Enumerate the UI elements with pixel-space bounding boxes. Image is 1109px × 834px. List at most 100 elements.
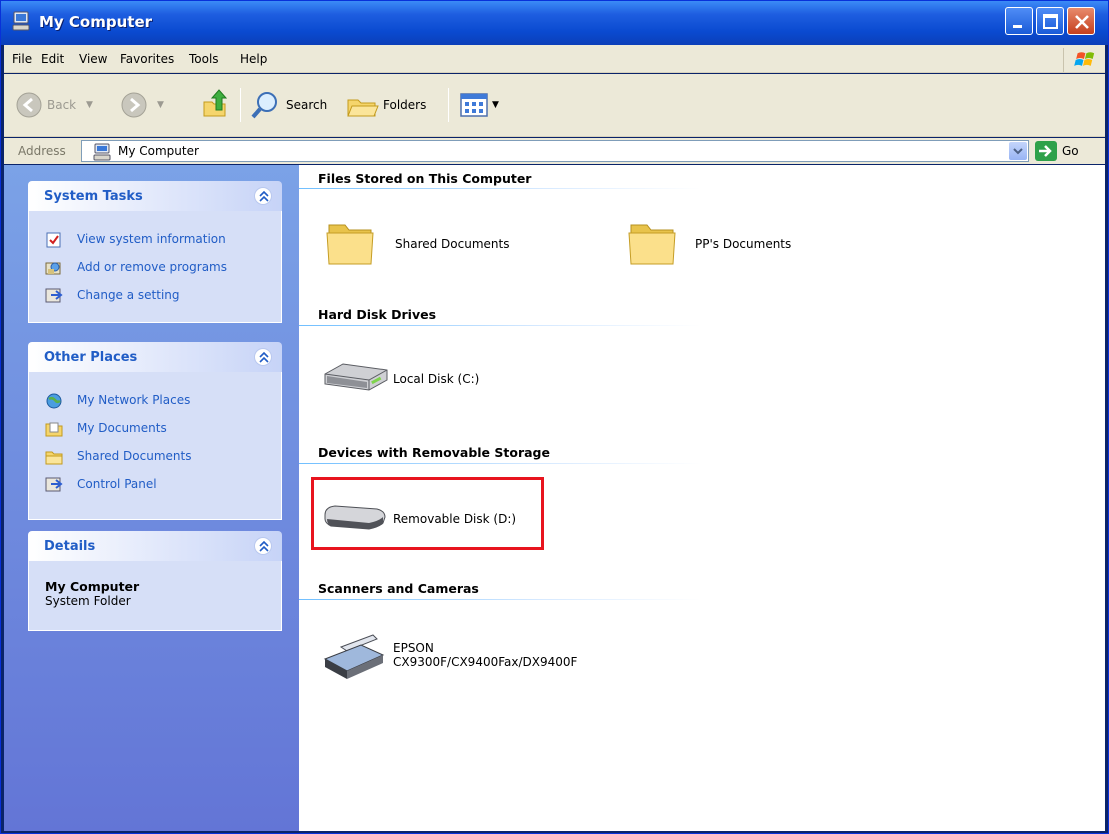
minimize-button[interactable] (1005, 7, 1033, 35)
task-label: View system information (77, 232, 226, 246)
details-name: My Computer (45, 579, 140, 594)
maximize-button[interactable] (1036, 7, 1064, 35)
place-shared-documents[interactable]: Shared Documents (45, 448, 275, 466)
window-title: My Computer (39, 13, 153, 31)
menu-view[interactable]: View (79, 52, 107, 66)
control-panel-icon (45, 288, 63, 303)
highlight-annotation (311, 477, 544, 550)
chevron-up-double-icon (259, 351, 269, 363)
details-type: System Folder (45, 594, 131, 608)
details-body: My Computer System Folder (28, 561, 282, 631)
my-computer-icon (12, 11, 30, 31)
group-header: Files Stored on This Computer (318, 171, 532, 186)
group-divider (299, 188, 701, 189)
menu-edit[interactable]: Edit (41, 52, 64, 66)
toolbar: Back ▼ ▼ Search Folders ▼ (4, 74, 1105, 137)
place-label: Control Panel (77, 477, 157, 491)
search-icon (251, 92, 277, 119)
other-places-panel: Other Places My Network Places My Docume… (28, 342, 282, 520)
folders-icon (347, 99, 379, 117)
back-dropdown-icon[interactable]: ▼ (86, 100, 93, 110)
go-arrow-icon[interactable] (1035, 141, 1057, 161)
add-remove-programs-icon (45, 262, 61, 275)
menu-tools[interactable]: Tools (189, 52, 219, 66)
folders-button[interactable]: Folders (346, 88, 438, 122)
folders-label: Folders (383, 98, 427, 112)
group-header: Scanners and Cameras (318, 581, 479, 596)
collapse-button[interactable] (254, 348, 272, 366)
other-places-header[interactable]: Other Places (28, 342, 282, 372)
place-my-documents[interactable]: My Documents (45, 420, 275, 438)
views-dropdown-icon[interactable]: ▼ (492, 100, 499, 110)
address-input[interactable]: My Computer (81, 140, 1029, 162)
back-button[interactable]: Back ▼ (16, 88, 96, 122)
task-view-system-info[interactable]: View system information (45, 231, 275, 249)
system-tasks-body: View system information Add or remove pr… (28, 211, 282, 323)
menu-bar: File Edit View Favorites Tools Help (4, 45, 1105, 73)
system-tasks-panel: System Tasks View system information Add… (28, 181, 282, 323)
collapse-button[interactable] (254, 187, 272, 205)
system-info-icon (46, 232, 61, 248)
forward-dropdown-icon[interactable]: ▼ (157, 100, 164, 110)
task-label: Change a setting (77, 288, 180, 302)
item-local-disk-c[interactable]: Local Disk (C:) (321, 360, 581, 400)
go-button[interactable]: Go (1062, 144, 1079, 158)
title-bar[interactable]: My Computer (1, 1, 1108, 45)
control-panel-icon (45, 477, 63, 492)
toolbar-separator (240, 88, 241, 122)
task-label: Add or remove programs (77, 260, 227, 274)
system-tasks-title: System Tasks (44, 189, 143, 204)
item-label: Shared Documents (395, 237, 510, 251)
close-icon (1075, 15, 1089, 29)
minimize-icon (1013, 25, 1022, 28)
search-button[interactable]: Search (250, 88, 336, 122)
item-shared-documents[interactable]: Shared Documents (325, 217, 585, 277)
menu-help[interactable]: Help (240, 52, 267, 66)
explorer-window: My Computer File Edit View Favorites Too… (0, 0, 1109, 834)
forward-button[interactable]: ▼ (121, 88, 171, 122)
address-dropdown-button[interactable] (1009, 142, 1027, 160)
up-folder-button[interactable] (201, 88, 229, 122)
menu-file[interactable]: File (12, 52, 32, 66)
address-bar: Address My Computer Go (4, 138, 1105, 164)
menu-favorites[interactable]: Favorites (120, 52, 174, 66)
views-icon (460, 93, 488, 117)
task-pane: System Tasks View system information Add… (4, 165, 299, 831)
other-places-title: Other Places (44, 350, 138, 365)
views-button[interactable]: ▼ (459, 88, 505, 122)
forward-arrow-icon (121, 92, 147, 118)
windows-logo-icon (1063, 48, 1095, 72)
shared-folder-icon (45, 451, 63, 465)
group-divider (299, 463, 701, 464)
group-header: Devices with Removable Storage (318, 445, 550, 460)
collapse-button[interactable] (254, 537, 272, 555)
maximize-icon (1043, 14, 1058, 29)
chevron-up-double-icon (259, 190, 269, 202)
back-label: Back (47, 98, 77, 112)
item-epson-scanner[interactable]: EPSON CX9300F/CX9400Fax/DX9400F (321, 633, 641, 689)
place-my-network-places[interactable]: My Network Places (45, 392, 275, 410)
place-control-panel[interactable]: Control Panel (45, 476, 275, 494)
chevron-up-double-icon (259, 540, 269, 552)
details-panel: Details My Computer System Folder (28, 531, 282, 631)
task-change-setting[interactable]: Change a setting (45, 287, 275, 305)
item-label: Local Disk (C:) (393, 372, 480, 386)
details-header[interactable]: Details (28, 531, 282, 561)
details-title: Details (44, 539, 96, 554)
toolbar-separator (448, 88, 449, 122)
close-button[interactable] (1067, 7, 1095, 35)
task-add-remove-programs[interactable]: Add or remove programs (45, 259, 275, 277)
place-label: My Network Places (77, 393, 191, 407)
item-label: PP's Documents (695, 237, 792, 251)
my-documents-icon (45, 422, 63, 437)
item-pps-documents[interactable]: PP's Documents (627, 217, 887, 277)
group-divider (299, 325, 701, 326)
search-label: Search (286, 98, 328, 112)
item-label-line2: CX9300F/CX9400Fax/DX9400F (393, 655, 578, 669)
my-computer-icon (93, 143, 111, 161)
folder-icon (628, 224, 676, 265)
address-value: My Computer (118, 144, 199, 158)
up-folder-icon (203, 89, 228, 117)
system-tasks-header[interactable]: System Tasks (28, 181, 282, 211)
network-places-icon (46, 393, 62, 409)
